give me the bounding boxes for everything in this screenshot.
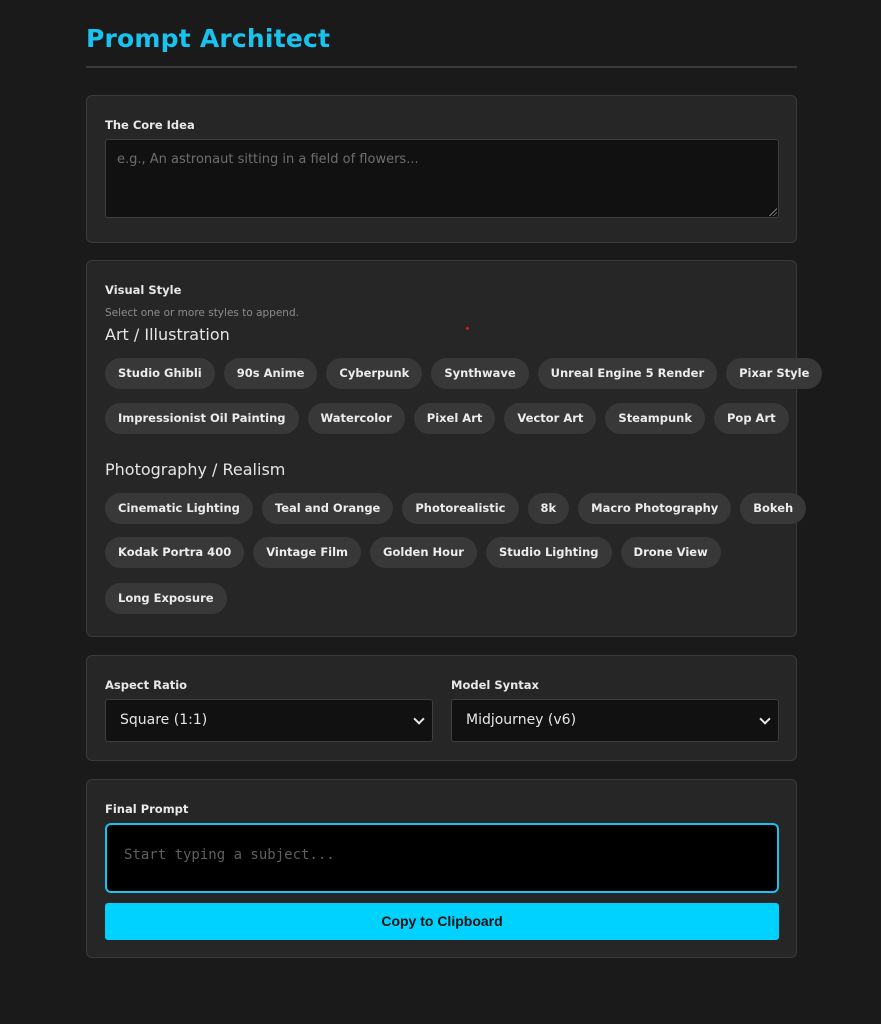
- chip-teal-orange[interactable]: Teal and Orange: [261, 493, 394, 524]
- chip-studio-ghibli[interactable]: Studio Ghibli: [105, 358, 215, 389]
- core-idea-input[interactable]: e.g., An astronaut sitting in a field of…: [105, 139, 779, 218]
- copy-to-clipboard-button[interactable]: Copy to Clipboard: [105, 903, 779, 940]
- visual-style-label: Visual Style: [105, 283, 182, 297]
- final-prompt-card: Final Prompt Start typing a subject... C…: [86, 779, 797, 958]
- chip-long-exposure[interactable]: Long Exposure: [105, 583, 227, 614]
- chip-steampunk[interactable]: Steampunk: [605, 403, 705, 434]
- chip-8k[interactable]: 8k: [527, 493, 570, 524]
- chip-vintage-film[interactable]: Vintage Film: [253, 537, 362, 568]
- chip-row-art-1: Studio Ghibli 90s Anime Cyberpunk Synthw…: [105, 358, 823, 389]
- group-title-art: Art / Illustration: [105, 325, 230, 344]
- final-prompt-placeholder: Start typing a subject...: [124, 847, 335, 863]
- chip-watercolor[interactable]: Watercolor: [307, 403, 405, 434]
- core-idea-card: The Core Idea e.g., An astronaut sitting…: [86, 95, 797, 243]
- chevron-down-icon: [759, 713, 771, 725]
- page-title: Prompt Architect: [86, 24, 331, 53]
- chip-studio-lighting[interactable]: Studio Lighting: [485, 537, 612, 568]
- chip-bokeh[interactable]: Bokeh: [740, 493, 807, 524]
- group-title-photo: Photography / Realism: [105, 460, 286, 479]
- final-prompt-output[interactable]: Start typing a subject...: [105, 823, 779, 893]
- chip-unreal-engine[interactable]: Unreal Engine 5 Render: [537, 358, 718, 389]
- model-syntax-select[interactable]: Midjourney (v6): [451, 699, 779, 742]
- aspect-ratio-label: Aspect Ratio: [105, 678, 188, 692]
- chip-pixel-art[interactable]: Pixel Art: [413, 403, 496, 434]
- chip-90s-anime[interactable]: 90s Anime: [223, 358, 318, 389]
- chip-vector-art[interactable]: Vector Art: [504, 403, 597, 434]
- chip-row-art-2: Impressionist Oil Painting Watercolor Pi…: [105, 403, 789, 434]
- visual-style-hint: Select one or more styles to append.: [105, 307, 299, 319]
- chip-macro-photography[interactable]: Macro Photography: [578, 493, 732, 524]
- title-divider: [86, 66, 797, 68]
- final-prompt-label: Final Prompt: [105, 802, 189, 816]
- core-idea-label: The Core Idea: [105, 118, 195, 132]
- visual-style-card: Visual Style Select one or more styles t…: [86, 260, 823, 637]
- aspect-ratio-select[interactable]: Square (1:1): [105, 699, 433, 742]
- aspect-ratio-value: Square (1:1): [120, 712, 208, 728]
- chip-pop-art[interactable]: Pop Art: [713, 403, 789, 434]
- chip-impressionist-oil[interactable]: Impressionist Oil Painting: [105, 403, 299, 434]
- model-syntax-value: Midjourney (v6): [466, 712, 577, 728]
- model-syntax-label: Model Syntax: [451, 678, 539, 692]
- chip-golden-hour[interactable]: Golden Hour: [370, 537, 477, 568]
- chevron-down-icon: [413, 713, 425, 725]
- chip-kodak-portra[interactable]: Kodak Portra 400: [105, 537, 245, 568]
- chip-cinematic-lighting[interactable]: Cinematic Lighting: [105, 493, 253, 524]
- cursor-dot: [466, 327, 469, 330]
- core-idea-placeholder: e.g., An astronaut sitting in a field of…: [117, 152, 419, 167]
- chip-row-photo-1: Cinematic Lighting Teal and Orange Photo…: [105, 493, 807, 524]
- chip-synthwave[interactable]: Synthwave: [431, 358, 529, 389]
- chip-row-photo-3: Long Exposure: [105, 583, 227, 614]
- chip-drone-view[interactable]: Drone View: [620, 537, 721, 568]
- chip-row-photo-2: Kodak Portra 400 Vintage Film Golden Hou…: [105, 537, 721, 568]
- chip-photorealistic[interactable]: Photorealistic: [402, 493, 519, 524]
- chip-pixar-style[interactable]: Pixar Style: [726, 358, 823, 389]
- resize-grip-icon[interactable]: [769, 208, 777, 216]
- settings-card: Aspect Ratio Square (1:1) Model Syntax M…: [86, 655, 797, 761]
- chip-cyberpunk[interactable]: Cyberpunk: [326, 358, 423, 389]
